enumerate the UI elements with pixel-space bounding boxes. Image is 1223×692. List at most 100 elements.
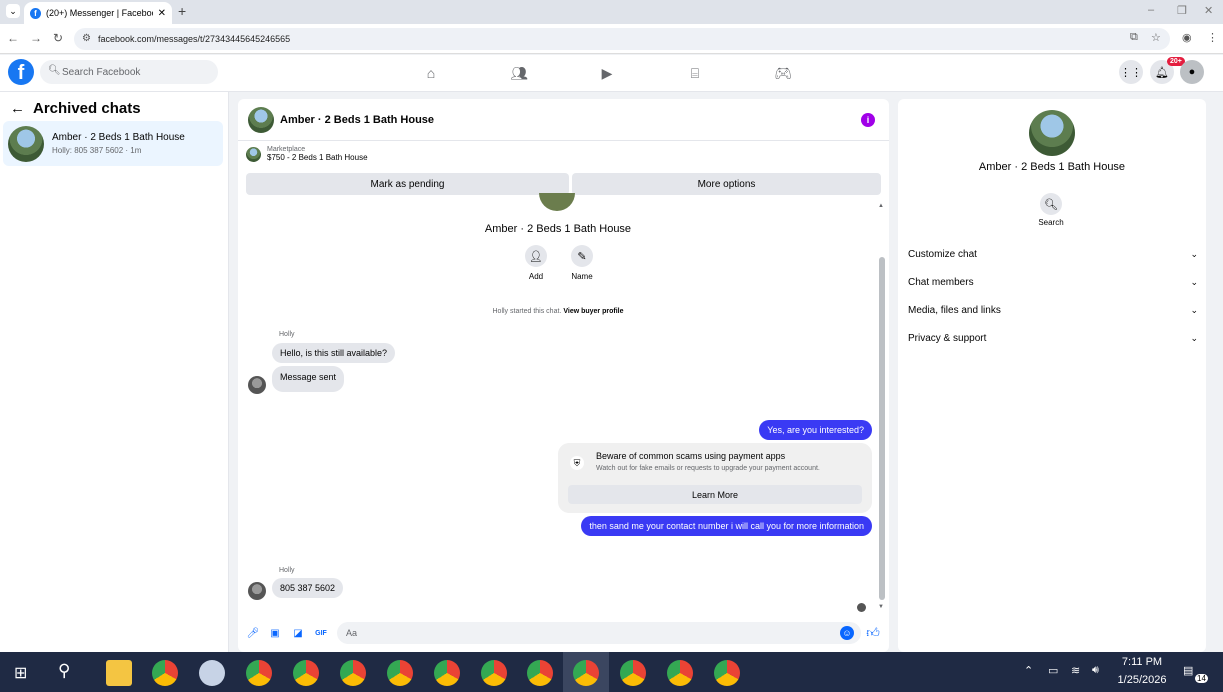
marketplace-listing[interactable]: Marketplace $750 - 2 Beds 1 Bath House [246,146,368,162]
photo-icon[interactable]: ▣ [268,626,282,640]
chrome-profile-icon[interactable] [246,660,272,686]
name-chat-button[interactable]: ✎ Name [562,245,602,281]
show-hidden-icons-chevron-icon[interactable]: ⌃ [1024,664,1033,677]
chat-avatar [8,125,44,162]
holly-avatar[interactable] [248,376,266,394]
message-input[interactable]: Aa ☺ [337,622,861,644]
tab-title: (20+) Messenger | Facebook [46,8,153,18]
pencil-icon: ✎ [571,245,593,267]
marketplace-label: Marketplace [267,146,306,153]
tab-close-icon[interactable]: ✕ [158,8,166,19]
wifi-icon[interactable]: ≋ [1071,664,1080,677]
clock-time[interactable]: 7:11 PM [1114,656,1170,668]
clock-date[interactable]: 1/25/2026 [1114,674,1170,686]
chrome-profile-icon[interactable] [620,660,646,686]
chat-info-avatar[interactable] [1029,110,1075,156]
meet-now-icon[interactable]: ▭ [1048,664,1058,677]
microphone-icon[interactable]: 🎤︎ [246,626,260,640]
install-app-icon[interactable]: ⧉ [1130,31,1138,44]
bookmark-star-icon[interactable]: ☆ [1151,31,1161,44]
add-people-button[interactable]: 👤︎ Add [516,245,556,281]
gif-icon[interactable]: GIF [314,626,328,640]
incoming-message[interactable]: Message sent [272,366,345,392]
like-thumb-icon[interactable]: 👍︎ [866,625,880,640]
video-icon[interactable]: ▶ [597,63,617,83]
name-label: Name [571,272,593,281]
app-icon[interactable] [199,660,225,686]
account-avatar[interactable]: ● [1180,60,1204,84]
chat-list-item[interactable]: Amber · 2 Beds 1 Bath House Holly: 805 3… [3,121,223,166]
incoming-message[interactable]: Hello, is this still available? [272,343,396,363]
message-scrollbar[interactable]: ▲ ▼ [878,203,886,614]
section-label: Chat members [908,276,974,288]
listing-title: $750 - 2 Beds 1 Bath House [267,153,368,162]
media-files-links-section[interactable]: Media, files and links ⌄ [908,302,1198,318]
notification-center-icon[interactable]: ▤ [1183,664,1193,677]
reload-button[interactable]: ↻ [53,31,63,45]
search-in-conversation-icon[interactable]: 🔍︎ [1040,193,1062,215]
profile-icon[interactable]: ◉ [1182,31,1192,44]
archived-chats-header: ← Archived chats [10,100,141,117]
customize-chat-section[interactable]: Customize chat ⌄ [908,246,1198,262]
scroll-up-icon[interactable]: ▲ [878,203,884,209]
conversation-avatar[interactable] [248,106,274,133]
chrome-profile-icon[interactable] [667,660,693,686]
menu-grid-icon[interactable]: ⋮⋮ [1119,60,1143,84]
maximize-button[interactable]: ❐ [1177,4,1187,17]
info-icon[interactable]: i [861,113,875,127]
back-arrow-icon[interactable]: ← [10,100,25,117]
facebook-logo-icon[interactable]: f [8,59,34,85]
mark-as-pending-button[interactable]: Mark as pending [246,173,569,195]
chrome-profile-icon[interactable] [527,660,553,686]
scam-warning-title: Beware of common scams using payment app… [596,451,786,461]
file-explorer-icon[interactable] [106,660,132,686]
chrome-profile-icon[interactable] [293,660,319,686]
friends-icon[interactable]: 👥︎ [509,63,529,83]
url-bar[interactable]: ⚙ facebook.com/messages/t/27343445645246… [74,28,1170,50]
gaming-icon[interactable]: 🎮︎ [773,63,793,83]
outgoing-message[interactable]: then sand me your contact number i will … [581,516,872,536]
scroll-down-icon[interactable]: ▼ [878,604,884,610]
learn-more-button[interactable]: Learn More [568,485,862,504]
view-buyer-profile-link[interactable]: View buyer profile [563,308,623,315]
chrome-profile-icon[interactable] [714,660,740,686]
incoming-message[interactable]: 805 387 5602 [272,578,344,598]
chrome-icon[interactable] [152,660,178,686]
chat-members-section[interactable]: Chat members ⌄ [908,274,1198,290]
emoji-icon[interactable]: ☺ [840,626,854,640]
scroll-thumb[interactable] [879,257,885,600]
sticker-icon[interactable]: ◪ [291,626,305,640]
holly-avatar[interactable] [248,582,266,600]
add-person-icon: 👤︎ [525,245,547,267]
outgoing-message[interactable]: Yes, are you interested? [759,420,872,440]
privacy-support-section[interactable]: Privacy & support ⌄ [908,330,1198,346]
windows-start-icon[interactable]: ⊞ [14,663,27,683]
search-facebook-input[interactable]: 🔍︎ Search Facebook [40,60,218,84]
chrome-profile-icon[interactable] [434,660,460,686]
browser-tab[interactable]: f (20+) Messenger | Facebook ✕ [24,2,172,24]
chrome-profile-icon[interactable] [573,660,599,686]
message-input-placeholder: Aa [346,628,358,638]
taskbar-search-icon[interactable]: ⚲ [58,661,70,681]
chrome-profile-icon[interactable] [340,660,366,686]
more-options-button[interactable]: More options [572,173,881,195]
seen-indicator-avatar [857,603,866,612]
address-toolbar: ← → ↻ ⚙ facebook.com/messages/t/27343445… [0,24,1223,54]
back-button[interactable]: ← [7,31,19,45]
forward-button[interactable]: → [30,31,42,45]
close-window-button[interactable]: ✕ [1204,4,1213,17]
home-icon[interactable]: ⌂ [421,63,441,83]
conversation-title[interactable]: Amber · 2 Beds 1 Bath House [280,114,434,126]
site-info-icon[interactable]: ⚙ [82,33,91,44]
browser-menu-icon[interactable]: ⋮ [1207,31,1218,44]
chrome-profile-icon[interactable] [387,660,413,686]
new-tab-button[interactable]: + [178,3,186,19]
chrome-profile-icon[interactable] [481,660,507,686]
marketplace-icon[interactable]: ⌸ [685,63,705,83]
section-label: Media, files and links [908,304,1001,316]
tab-search-button[interactable]: ⌄ [6,4,20,18]
minimize-button[interactable]: – [1148,4,1154,16]
browser-tabbar: ⌄ f (20+) Messenger | Facebook ✕ + – ❐ ✕ [0,0,1223,24]
volume-icon[interactable]: 🔊︎ [1092,664,1099,677]
message-list[interactable]: Amber · 2 Beds 1 Bath House 👤︎ Add ✎ Nam… [238,193,889,614]
